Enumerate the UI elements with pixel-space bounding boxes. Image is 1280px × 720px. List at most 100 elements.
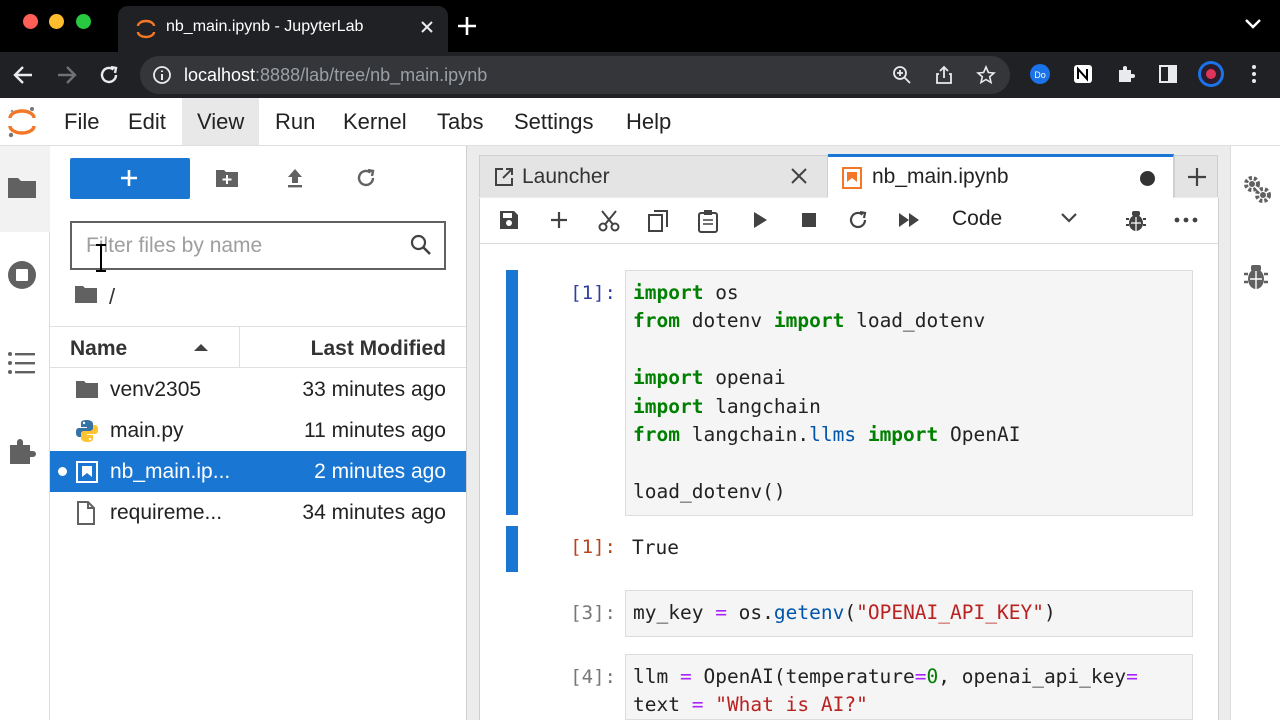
address-bar[interactable]: localhost:8888/lab/tree/nb_main.ipynb	[140, 56, 1010, 94]
menu-file[interactable]: File	[49, 98, 114, 145]
file-row[interactable]: requireme... 34 minutes ago	[50, 492, 466, 533]
file-row[interactable]: venv2305 33 minutes ago	[50, 369, 466, 410]
kebab-menu-icon[interactable]	[1243, 63, 1265, 85]
column-modified-header[interactable]: Last Modified	[311, 337, 446, 361]
notion-icon[interactable]	[1072, 63, 1094, 85]
refresh-icon[interactable]	[355, 167, 377, 189]
notebook-icon	[842, 167, 862, 189]
code-content[interactable]: import os from dotenv import load_dotenv…	[626, 271, 1192, 506]
browser-tab-active[interactable]: nb_main.ipynb - JupyterLab	[118, 6, 448, 52]
file-row-selected[interactable]: nb_main.ip... 2 minutes ago	[50, 451, 466, 492]
column-divider[interactable]	[239, 327, 240, 368]
output-prompt: [1]:	[570, 536, 616, 558]
code-cell[interactable]: [4]: llm = OpenAI(temperature=0, openai_…	[480, 654, 1218, 720]
paste-icon[interactable]	[697, 209, 719, 233]
menu-settings[interactable]: Settings	[499, 98, 609, 145]
upload-icon[interactable]	[284, 167, 306, 189]
close-tab-icon[interactable]	[418, 18, 436, 36]
stop-icon[interactable]	[799, 209, 819, 231]
tab-launcher[interactable]: Launcher	[479, 155, 828, 197]
back-arrow-icon[interactable]	[12, 64, 34, 86]
table-of-contents-icon[interactable]	[7, 351, 37, 375]
folder-activity-icon[interactable]	[7, 174, 37, 200]
run-icon[interactable]	[750, 209, 770, 231]
cell-output: True	[632, 536, 679, 559]
folder-home-icon[interactable]	[74, 284, 98, 304]
chevron-down-icon[interactable]	[1244, 18, 1262, 30]
code-editor[interactable]: llm = OpenAI(temperature=0, openai_api_k…	[625, 654, 1193, 720]
cell-collapser[interactable]	[506, 270, 518, 515]
code-content[interactable]: llm = OpenAI(temperature=0, openai_api_k…	[626, 655, 1192, 719]
forward-arrow-icon[interactable]	[56, 64, 78, 86]
jupyter-logo-icon	[6, 105, 38, 139]
extension-badge-icon[interactable]: Do	[1029, 63, 1051, 85]
file-row[interactable]: main.py 11 minutes ago	[50, 410, 466, 451]
menu-help[interactable]: Help	[611, 98, 686, 145]
running-kernels-icon[interactable]	[7, 260, 37, 290]
file-name: venv2305	[110, 378, 202, 401]
save-icon[interactable]	[498, 209, 520, 231]
property-inspector-gears-icon[interactable]	[1242, 174, 1272, 204]
maximize-window-button[interactable]	[76, 14, 91, 29]
profile-avatar[interactable]	[1197, 60, 1225, 88]
file-name: nb_main.ip...	[110, 460, 231, 483]
browser-tab-bar: nb_main.ipynb - JupyterLab	[0, 0, 1280, 52]
file-modified: 2 minutes ago	[314, 460, 446, 483]
side-panel-icon[interactable]	[1157, 63, 1179, 85]
add-tab-button[interactable]	[1174, 155, 1218, 197]
restart-icon[interactable]	[847, 209, 869, 231]
insert-cell-icon[interactable]	[548, 209, 570, 231]
zoom-icon[interactable]	[892, 65, 912, 85]
copy-icon[interactable]	[647, 209, 669, 233]
menu-tabs[interactable]: Tabs	[422, 98, 498, 145]
menu-run[interactable]: Run	[260, 98, 330, 145]
tab-notebook-label: nb_main.ipynb	[872, 165, 1009, 188]
filter-files-box	[70, 221, 446, 270]
cell-type-value: Code	[952, 207, 1003, 230]
folder-icon	[75, 378, 99, 400]
breadcrumb-root[interactable]: /	[109, 284, 115, 310]
notebook-panel: Code [1]: import os from dotenv import l…	[479, 198, 1219, 720]
extensions-puzzle-icon[interactable]	[1115, 63, 1137, 85]
reload-icon[interactable]	[98, 64, 120, 86]
tab-launcher-label: Launcher	[522, 165, 610, 188]
cell-type-select[interactable]: Code	[952, 206, 1092, 236]
code-editor[interactable]: my_key = os.getenv("OPENAI_API_KEY")	[625, 590, 1193, 637]
bookmark-star-icon[interactable]	[976, 65, 996, 85]
unsaved-changes-icon[interactable]	[1140, 171, 1155, 186]
extensions-puzzle-icon[interactable]	[7, 436, 37, 466]
code-content[interactable]: my_key = os.getenv("OPENAI_API_KEY")	[626, 591, 1192, 627]
jupyter-favicon-icon	[136, 19, 156, 39]
file-name: main.py	[110, 419, 184, 442]
column-name-header[interactable]: Name	[70, 337, 127, 361]
close-icon[interactable]	[790, 167, 808, 185]
cut-icon[interactable]	[597, 209, 621, 233]
breadcrumb: /	[74, 284, 115, 309]
browser-toolbar: localhost:8888/lab/tree/nb_main.ipynb Do	[0, 52, 1280, 98]
input-prompt: [1]:	[570, 282, 616, 304]
menu-edit[interactable]: Edit	[113, 98, 181, 145]
menu-kernel[interactable]: Kernel	[328, 98, 422, 145]
url-text: localhost:8888/lab/tree/nb_main.ipynb	[184, 65, 487, 86]
share-icon[interactable]	[934, 65, 954, 85]
file-modified: 33 minutes ago	[302, 378, 446, 401]
tab-notebook[interactable]: nb_main.ipynb	[828, 154, 1174, 198]
file-browser-panel: / Name Last Modified venv2305 33 minutes…	[50, 146, 467, 720]
code-editor[interactable]: import os from dotenv import load_dotenv…	[625, 270, 1193, 516]
fast-forward-icon[interactable]	[897, 209, 921, 231]
new-launcher-button[interactable]	[70, 158, 190, 199]
debugger-bug-icon[interactable]	[1125, 209, 1147, 233]
url-host: localhost	[184, 65, 256, 85]
menu-view[interactable]: View	[182, 98, 260, 145]
more-options-icon[interactable]	[1174, 212, 1198, 228]
code-cell[interactable]: [1]: import os from dotenv import load_d…	[480, 270, 1218, 575]
minimize-window-button[interactable]	[49, 14, 64, 29]
notebook-toolbar: Code	[480, 198, 1218, 244]
new-folder-icon[interactable]	[215, 167, 239, 189]
close-window-button[interactable]	[23, 14, 38, 29]
site-info-icon[interactable]	[152, 65, 172, 85]
code-cell[interactable]: [3]: my_key = os.getenv("OPENAI_API_KEY"…	[480, 590, 1218, 638]
new-tab-icon[interactable]	[456, 15, 478, 37]
debugger-bug-icon[interactable]	[1242, 262, 1270, 292]
filter-files-input[interactable]	[86, 231, 396, 261]
